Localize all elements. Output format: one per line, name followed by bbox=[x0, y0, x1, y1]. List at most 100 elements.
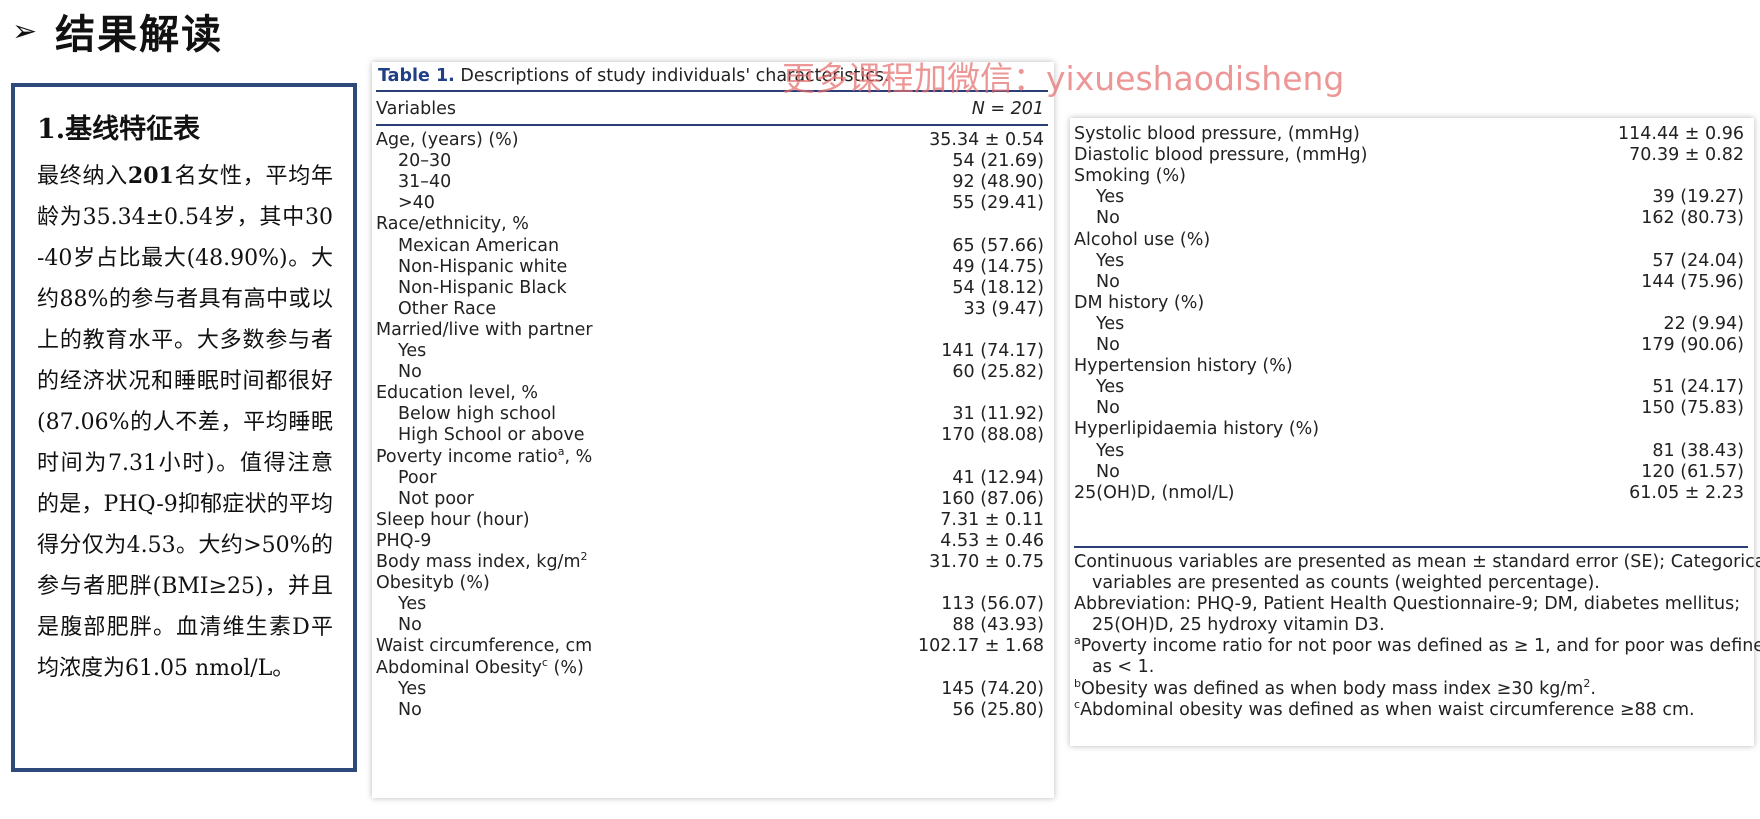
row-label: No bbox=[1096, 334, 1120, 358]
row-label-text: Sleep hour (hour) bbox=[376, 509, 530, 530]
table-row: Age, (years) (%) 35.34 ± 0.54 bbox=[376, 129, 1044, 153]
row-label-text: Below high school bbox=[398, 404, 557, 425]
row-label: Yes bbox=[1096, 440, 1124, 464]
row-label-text: Yes bbox=[1096, 187, 1125, 208]
row-label: Poor bbox=[398, 467, 437, 491]
row-value: 7.31 ± 0.11 bbox=[940, 509, 1044, 530]
table-header-rule bbox=[376, 124, 1048, 126]
row-value: 39 (19.27) bbox=[1652, 187, 1744, 208]
row-label: Systolic blood pressure, (mmHg) bbox=[1074, 123, 1360, 147]
row-value: 31 (11.92) bbox=[952, 404, 1044, 425]
row-label-text: Yes bbox=[398, 594, 427, 615]
table-row: Systolic blood pressure, (mmHg) 114.44 ± … bbox=[1074, 123, 1744, 147]
footnote-text: Obesity was defined as when body mass in… bbox=[1080, 678, 1584, 699]
table-header-row: Variables N = 201 bbox=[376, 98, 1044, 122]
row-label: Not poor bbox=[398, 488, 474, 512]
row-label: Obesityb (%) bbox=[376, 572, 490, 596]
row-label: Other Race bbox=[398, 298, 496, 322]
row-label-text: Smoking (%) bbox=[1074, 166, 1186, 187]
row-label: Smoking (%) bbox=[1074, 165, 1186, 189]
footnote-marker: b bbox=[1074, 676, 1081, 690]
row-label-text: No bbox=[1096, 208, 1120, 229]
row-label: 25(OH)D, (nmol/L) bbox=[1074, 482, 1234, 506]
table-row: Hypertension history (%) bbox=[1074, 355, 1744, 379]
row-label: Waist circumference, cm bbox=[376, 635, 592, 659]
table-row: Mexican American 65 (57.66) bbox=[376, 235, 1044, 259]
table-row: PHQ-9 4.53 ± 0.46 bbox=[376, 530, 1044, 554]
footnote-line: as < 1. bbox=[1074, 657, 1746, 678]
table-row: Education level, % bbox=[376, 382, 1044, 406]
summary-text-1: 最终纳入 bbox=[37, 164, 128, 189]
row-label: Sleep hour (hour) bbox=[376, 509, 530, 533]
row-label: Abdominal Obesityc (%) bbox=[376, 657, 584, 681]
row-label: Body mass index, kg/m2 bbox=[376, 551, 588, 575]
row-label: Age, (years) (%) bbox=[376, 129, 519, 153]
row-label-tail: (%) bbox=[547, 657, 584, 678]
table-row: 31–40 92 (48.90) bbox=[376, 171, 1044, 195]
row-label-text: Abdominal Obesity bbox=[376, 657, 542, 678]
summary-box: 1.基线特征表 最终纳入201名女性，平均年龄为35.34±0.54岁，其中30… bbox=[11, 83, 357, 772]
row-label-text: No bbox=[398, 699, 422, 720]
row-label: Yes bbox=[398, 340, 426, 364]
row-value: 4.53 ± 0.46 bbox=[940, 530, 1044, 551]
table-row: Married/live with partner bbox=[376, 319, 1044, 343]
footnote-text: Abbreviation: PHQ-9, Patient Health Ques… bbox=[1074, 594, 1741, 615]
row-label-text: Education level, % bbox=[376, 383, 539, 404]
row-label-text: Obesityb (%) bbox=[376, 573, 490, 594]
row-value: 61.05 ± 2.23 bbox=[1629, 482, 1744, 503]
row-label-text: >40 bbox=[398, 193, 435, 214]
row-value: 162 (80.73) bbox=[1641, 208, 1744, 229]
row-label: Poverty income ratioa, % bbox=[376, 446, 592, 470]
row-value: 54 (18.12) bbox=[952, 277, 1044, 298]
footnote-line: 25(OH)D, 25 hydroxy vitamin D3. bbox=[1074, 615, 1746, 636]
table-row: Alcohol use (%) bbox=[1074, 229, 1744, 253]
row-value: 113 (56.07) bbox=[941, 594, 1044, 615]
table-row: Smoking (%) bbox=[1074, 165, 1744, 189]
row-label-superscript: a bbox=[557, 444, 565, 458]
row-label-text: Systolic blood pressure, (mmHg) bbox=[1074, 124, 1360, 144]
row-value: 54 (21.69) bbox=[952, 151, 1044, 172]
row-label-text: Yes bbox=[1096, 313, 1125, 334]
row-label: Married/live with partner bbox=[376, 319, 593, 343]
table-row: Body mass index, kg/m2 31.70 ± 0.75 bbox=[376, 551, 1044, 575]
row-value: 88 (43.93) bbox=[952, 615, 1044, 636]
row-value: 145 (74.20) bbox=[941, 678, 1044, 699]
row-label: Mexican American bbox=[398, 235, 559, 259]
row-label-text: No bbox=[1096, 335, 1120, 355]
table-row: No 60 (25.82) bbox=[376, 361, 1044, 385]
row-label-text: Non-Hispanic Black bbox=[398, 277, 567, 298]
row-label-text: 25(OH)D, (nmol/L) bbox=[1074, 482, 1235, 503]
row-label-text: Married/live with partner bbox=[376, 319, 593, 340]
table-row: No 144 (75.96) bbox=[1074, 271, 1744, 295]
row-label-text: No bbox=[1096, 461, 1120, 482]
row-value: 41 (12.94) bbox=[952, 467, 1044, 488]
footnote-text: as < 1. bbox=[1092, 657, 1155, 678]
row-label: No bbox=[1096, 397, 1120, 421]
column-header-variables: Variables bbox=[376, 99, 456, 119]
row-label: PHQ-9 bbox=[376, 530, 431, 554]
table-row: Yes 141 (74.17) bbox=[376, 340, 1044, 364]
table-row: Poor 41 (12.94) bbox=[376, 467, 1044, 491]
row-label-text: Hyperlipidaemia history (%) bbox=[1074, 419, 1320, 440]
footnote-line: Abbreviation: PHQ-9, Patient Health Ques… bbox=[1074, 594, 1746, 615]
row-label: Education level, % bbox=[376, 382, 538, 406]
row-label-text: Mexican American bbox=[398, 235, 560, 256]
row-label-text: No bbox=[398, 362, 422, 383]
footnote-line: Continuous variables are presented as me… bbox=[1074, 552, 1760, 573]
table-row: Below high school 31 (11.92) bbox=[376, 403, 1044, 427]
row-label: Diastolic blood pressure, (mmHg) bbox=[1074, 144, 1367, 168]
table-row: Yes 39 (19.27) bbox=[1074, 186, 1744, 210]
row-value: 92 (48.90) bbox=[952, 172, 1044, 193]
table-panel-right: Systolic blood pressure, (mmHg) 114.44 ± … bbox=[1070, 118, 1760, 746]
row-value: 65 (57.66) bbox=[952, 235, 1044, 256]
row-label-text: No bbox=[1096, 398, 1120, 419]
table-row: Other Race 33 (9.47) bbox=[376, 298, 1044, 322]
row-label: No bbox=[398, 699, 422, 723]
row-label: Hypertension history (%) bbox=[1074, 355, 1293, 379]
row-value: 114.44 ± 0.96 bbox=[1618, 124, 1744, 144]
row-value: 51 (24.17) bbox=[1652, 377, 1744, 398]
table-row: Hyperlipidaemia history (%) bbox=[1074, 418, 1744, 442]
row-label-text: Waist circumference, cm bbox=[376, 636, 593, 657]
table-row: Yes 51 (24.17) bbox=[1074, 376, 1744, 400]
row-label-text: Non-Hispanic white bbox=[398, 256, 568, 277]
